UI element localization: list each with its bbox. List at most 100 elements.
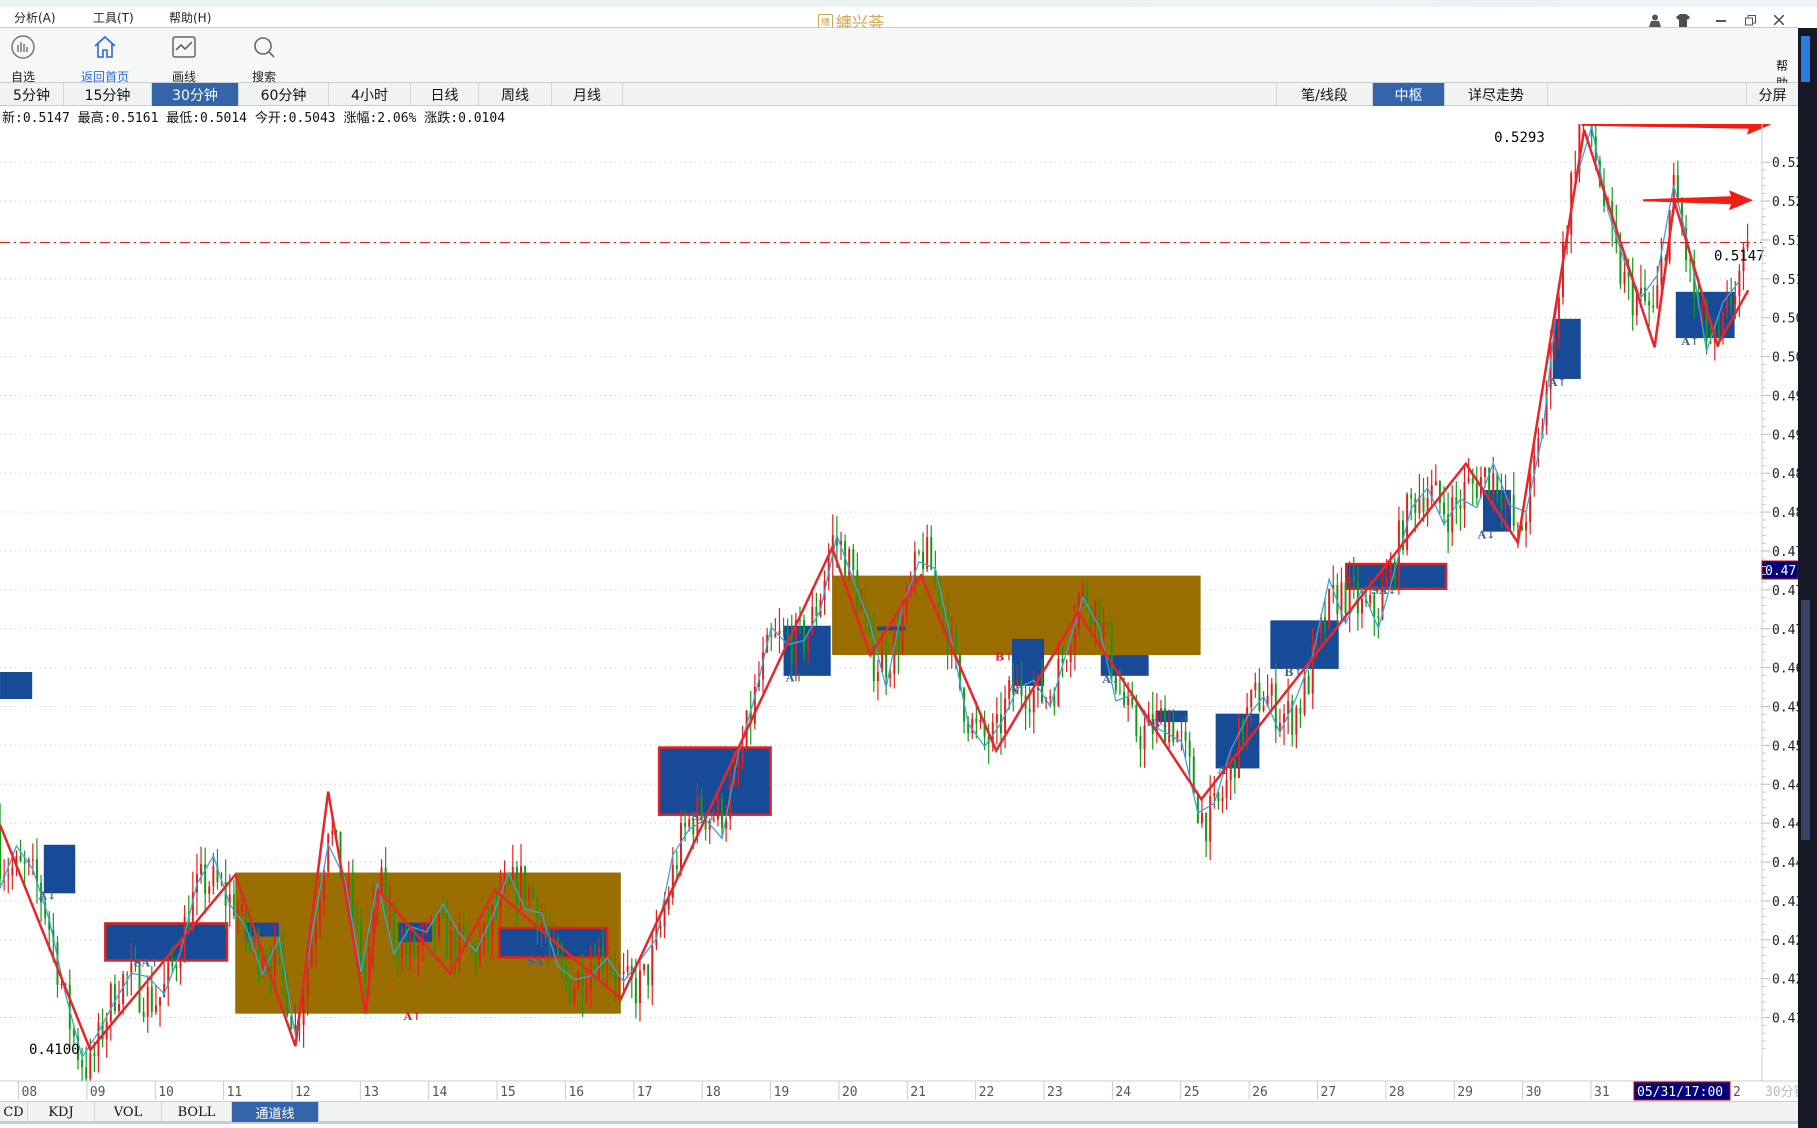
candle-body [1225, 780, 1228, 799]
y-tick-label: 0.42 [1772, 973, 1798, 988]
watchlist-button[interactable]: 自选 [0, 34, 53, 85]
candle-body [1512, 495, 1515, 526]
candle-body [995, 714, 998, 723]
tab-5min[interactable]: 5分钟 [0, 83, 64, 106]
minimize-icon[interactable] [1712, 12, 1730, 28]
home-button[interactable]: 返回首页 [75, 34, 135, 85]
x-tick-label: 28 [1389, 1085, 1405, 1100]
signal-marker: SA↓ [527, 955, 553, 968]
candle-body [1656, 285, 1659, 308]
user-icon[interactable] [1646, 12, 1664, 28]
candle-body [585, 988, 588, 997]
candle-body [926, 537, 929, 569]
candle-body [671, 865, 674, 898]
x-tick-label: 21 [910, 1085, 926, 1100]
candle-body [1344, 582, 1347, 614]
scrollbar-thumb-top[interactable] [1801, 36, 1810, 82]
skin-shirt-icon[interactable] [1674, 12, 1692, 28]
candle-body [154, 1005, 157, 1013]
tab-15min[interactable]: 15分钟 [64, 83, 152, 106]
candle-body [1730, 296, 1733, 305]
tab-stroke-segment[interactable]: 笔/线段 [1276, 83, 1373, 106]
candle-body [602, 947, 605, 969]
hub-box [657, 746, 772, 816]
candle-body [663, 909, 666, 927]
candle-body [1471, 478, 1474, 484]
candle-body [1258, 682, 1261, 711]
tab-60min[interactable]: 60分钟 [239, 83, 329, 106]
candle-body [118, 1003, 121, 1012]
tab-daily[interactable]: 日线 [411, 83, 479, 106]
candle-body [782, 630, 785, 632]
candle-body [450, 930, 453, 959]
hub-box [877, 626, 906, 631]
candle-body [1644, 287, 1647, 301]
candle-body [1459, 505, 1462, 509]
candle-body [815, 606, 818, 617]
candle-body [610, 968, 613, 971]
y-tick-label: 0.49 [1772, 389, 1798, 404]
candle-body [60, 983, 63, 985]
x-tick-label: 17 [637, 1085, 653, 1100]
signal-marker: A↑ [785, 671, 804, 684]
candle-body [1352, 576, 1355, 582]
tab-detailed-trend[interactable]: 详尽走势 [1445, 83, 1548, 106]
candle-body [1278, 722, 1281, 729]
candle-body [109, 984, 112, 1022]
hub-box [783, 625, 831, 676]
y-tick-label: 0.43 [1772, 895, 1798, 910]
candle-body [561, 956, 564, 968]
candle-body [577, 972, 580, 990]
x-tick-label: 25 [1184, 1085, 1200, 1100]
resistance-arrow [1642, 190, 1754, 211]
scrollbar-thumb[interactable] [1801, 600, 1810, 840]
chart-circle-icon [11, 35, 35, 59]
tab-4hour[interactable]: 4小时 [329, 83, 411, 106]
menu-help[interactable]: 帮助(H) [169, 9, 211, 26]
menu-tools[interactable]: 工具(T) [93, 9, 134, 26]
candle-body [1237, 718, 1240, 779]
candle-body [1270, 683, 1273, 696]
candle-body [889, 673, 892, 678]
x-tick-label: 20 [842, 1085, 858, 1100]
candle-body [81, 1059, 84, 1068]
candle-body [446, 914, 449, 959]
tab-hub[interactable]: 中枢 [1373, 83, 1445, 106]
tab-30min[interactable]: 30分钟 [152, 83, 239, 106]
candle-body [401, 941, 404, 960]
y-tick-label: 0.51 [1772, 234, 1798, 249]
candle-body [314, 926, 317, 945]
current-price-label: 0.5147 [1714, 248, 1765, 264]
tab-channel[interactable]: 通道线 [232, 1102, 319, 1122]
kline-chart[interactable]: A↑ SA↑ A↓ A↓ SA↓ SA↑ A↑ B↑ A↑ A↓ B↓ A↑ B↑ SA↓ A↓ A↑ A↑ 0… [0, 124, 1798, 1101]
tab-boll[interactable]: BOLL [162, 1102, 232, 1122]
candle-body [1143, 725, 1146, 750]
candle-body [454, 930, 457, 962]
tab-vol[interactable]: VOL [95, 1102, 162, 1122]
vertical-scrollbar[interactable] [1798, 28, 1817, 1128]
tab-monthly[interactable]: 月线 [552, 83, 623, 106]
hub-box [104, 922, 229, 962]
y-tick-label: 0.50 [1772, 351, 1798, 366]
candle-body [1324, 617, 1327, 628]
tab-kdj[interactable]: KDJ [28, 1102, 95, 1122]
menu-analysis[interactable]: 分析(A) [14, 9, 56, 26]
split-screen-button[interactable]: 分屏 [1746, 83, 1798, 106]
candle-body [1049, 696, 1052, 699]
x-tick-label: 31 [1594, 1085, 1610, 1100]
close-icon[interactable] [1770, 12, 1788, 28]
candle-body [684, 822, 687, 827]
tab-macd[interactable]: CD [0, 1102, 28, 1122]
title-strip [0, 0, 1817, 7]
restore-icon[interactable] [1741, 12, 1759, 28]
candle-body [19, 855, 22, 862]
y-tick-label: 0.49 [1772, 428, 1798, 443]
signal-marker: B↑ [995, 650, 1014, 663]
candle-body [1307, 675, 1310, 694]
draw-line-button[interactable]: 画线 [154, 34, 214, 85]
tab-weekly[interactable]: 周线 [479, 83, 552, 106]
candle-body [1188, 740, 1191, 757]
candle-body [1172, 720, 1175, 742]
search-button[interactable]: 搜索 [234, 34, 294, 85]
candle-body [1525, 521, 1528, 531]
